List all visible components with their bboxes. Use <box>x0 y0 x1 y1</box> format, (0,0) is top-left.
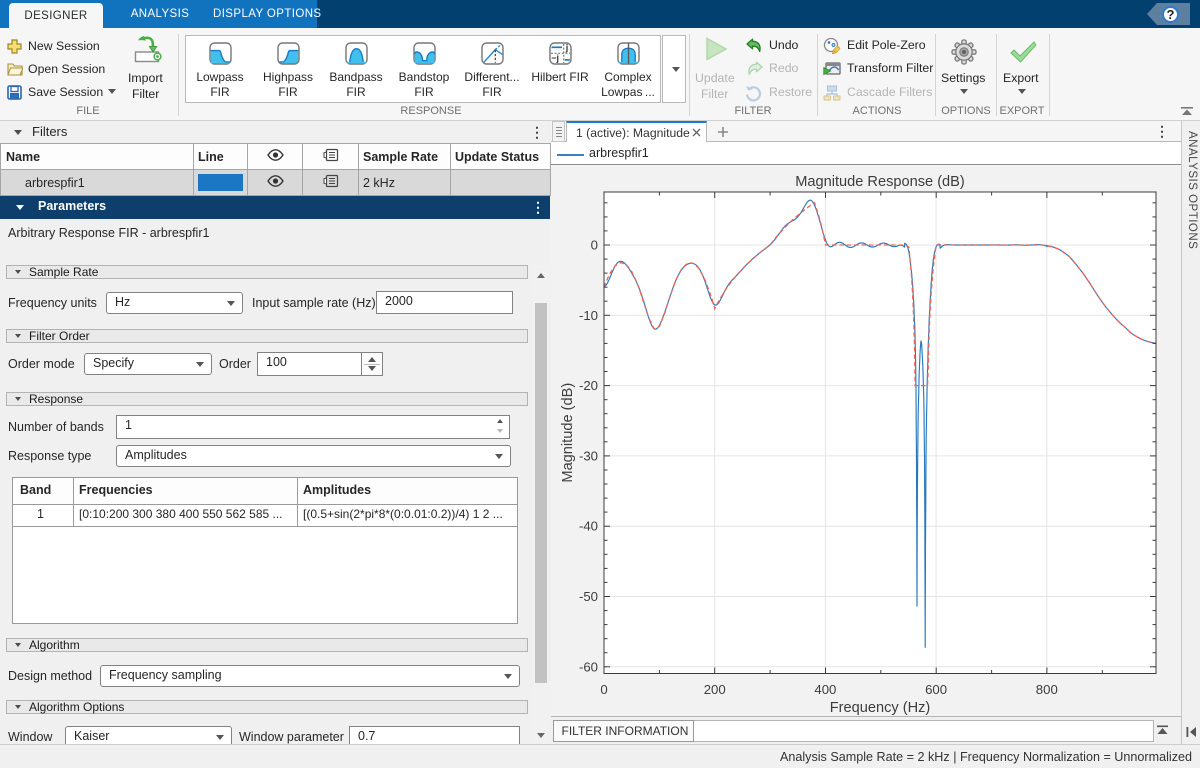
svg-text:-50: -50 <box>579 589 598 604</box>
svg-text:800: 800 <box>1036 682 1058 697</box>
svg-text:−j: −j <box>551 53 559 63</box>
svg-text:Magnitude Response (dB): Magnitude Response (dB) <box>795 174 965 190</box>
svg-text:-40: -40 <box>579 519 598 534</box>
svg-text:-60: -60 <box>579 659 598 674</box>
svg-text:400: 400 <box>814 682 836 697</box>
svg-text:200: 200 <box>704 682 726 697</box>
svg-text:600: 600 <box>925 682 947 697</box>
svg-text:Magnitude (dB): Magnitude (dB) <box>560 383 576 483</box>
svg-text:j: j <box>564 42 568 52</box>
svg-text:-10: -10 <box>579 308 598 323</box>
svg-text:-20: -20 <box>579 378 598 393</box>
svg-text:0: 0 <box>591 238 598 253</box>
svg-text:Frequency (Hz): Frequency (Hz) <box>830 700 931 716</box>
svg-text:0: 0 <box>600 682 607 697</box>
svg-text:-30: -30 <box>579 448 598 463</box>
